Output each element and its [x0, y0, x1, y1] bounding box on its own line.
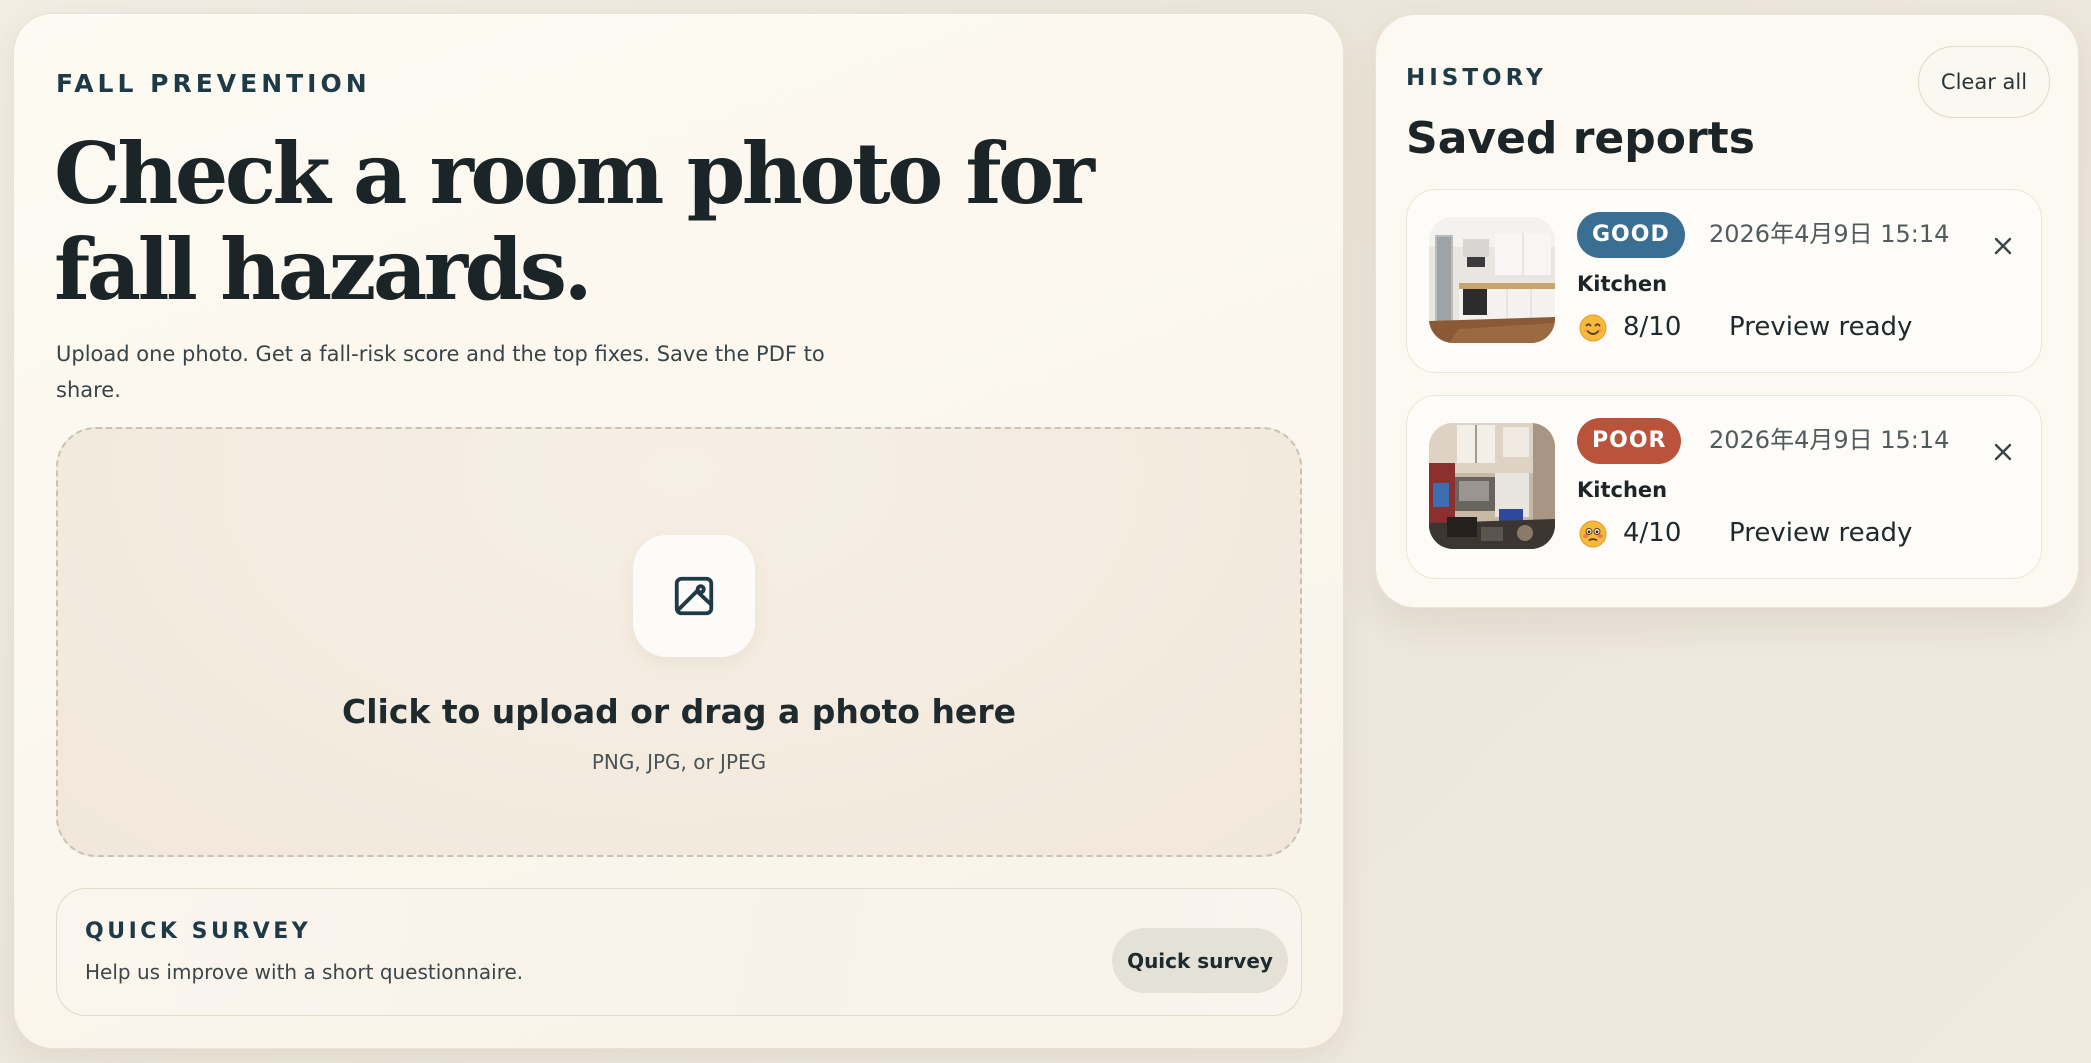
report-score: 8/10 — [1623, 312, 1682, 342]
history-panel: HISTORY Saved reports Clear all GOOD 202… — [1375, 14, 2079, 608]
clear-all-button[interactable]: Clear all — [1918, 46, 2050, 118]
image-icon — [674, 576, 714, 616]
survey-description: Help us improve with a short questionnai… — [85, 960, 524, 984]
close-icon — [1994, 237, 2012, 255]
history-eyebrow: HISTORY — [1406, 65, 1547, 91]
report-thumbnail — [1429, 217, 1555, 343]
photo-upload-dropzone[interactable]: Click to upload or drag a photo here PNG… — [56, 427, 1302, 857]
delete-report-button[interactable] — [1987, 230, 2019, 262]
report-room: Kitchen — [1577, 478, 1668, 502]
report-timestamp: 2026年4月9日 15:14 — [1709, 220, 1950, 248]
delete-report-button[interactable] — [1987, 436, 2019, 468]
flushed-face-icon — [1579, 520, 1607, 548]
report-timestamp: 2026年4月9日 15:14 — [1709, 426, 1950, 454]
report-card[interactable]: GOOD 2026年4月9日 15:14 Kitchen 8/10 Previe… — [1406, 189, 2042, 373]
close-icon — [1994, 443, 2012, 461]
report-status: Preview ready — [1729, 312, 1913, 342]
page-subtitle: Upload one photo. Get a fall-risk score … — [56, 342, 825, 402]
upload-title: Click to upload or drag a photo here — [342, 692, 1016, 731]
section-eyebrow: FALL PREVENTION — [56, 69, 371, 98]
report-room: Kitchen — [1577, 272, 1668, 296]
quick-survey-button[interactable]: Quick survey — [1112, 928, 1288, 993]
quick-survey-panel: QUICK SURVEY Help us improve with a shor… — [56, 888, 1302, 1016]
history-title: Saved reports — [1406, 113, 1755, 164]
main-card: FALL PREVENTION Check a room photo for f… — [13, 13, 1344, 1049]
page-title: Check a room photo for fall hazards. — [54, 124, 1095, 319]
upload-file-types: PNG, JPG, or JPEG — [591, 750, 767, 774]
report-score: 4/10 — [1623, 518, 1682, 548]
report-card[interactable]: POOR 2026年4月9日 15:14 Kitchen 4/10 Previe… — [1406, 395, 2042, 579]
survey-eyebrow: QUICK SURVEY — [85, 919, 312, 944]
smiling-face-icon — [1579, 314, 1607, 342]
report-status: Preview ready — [1729, 518, 1913, 548]
upload-icon-container — [633, 535, 755, 657]
rating-badge: POOR — [1577, 418, 1682, 464]
report-thumbnail — [1429, 423, 1555, 549]
rating-badge: GOOD — [1577, 212, 1685, 258]
